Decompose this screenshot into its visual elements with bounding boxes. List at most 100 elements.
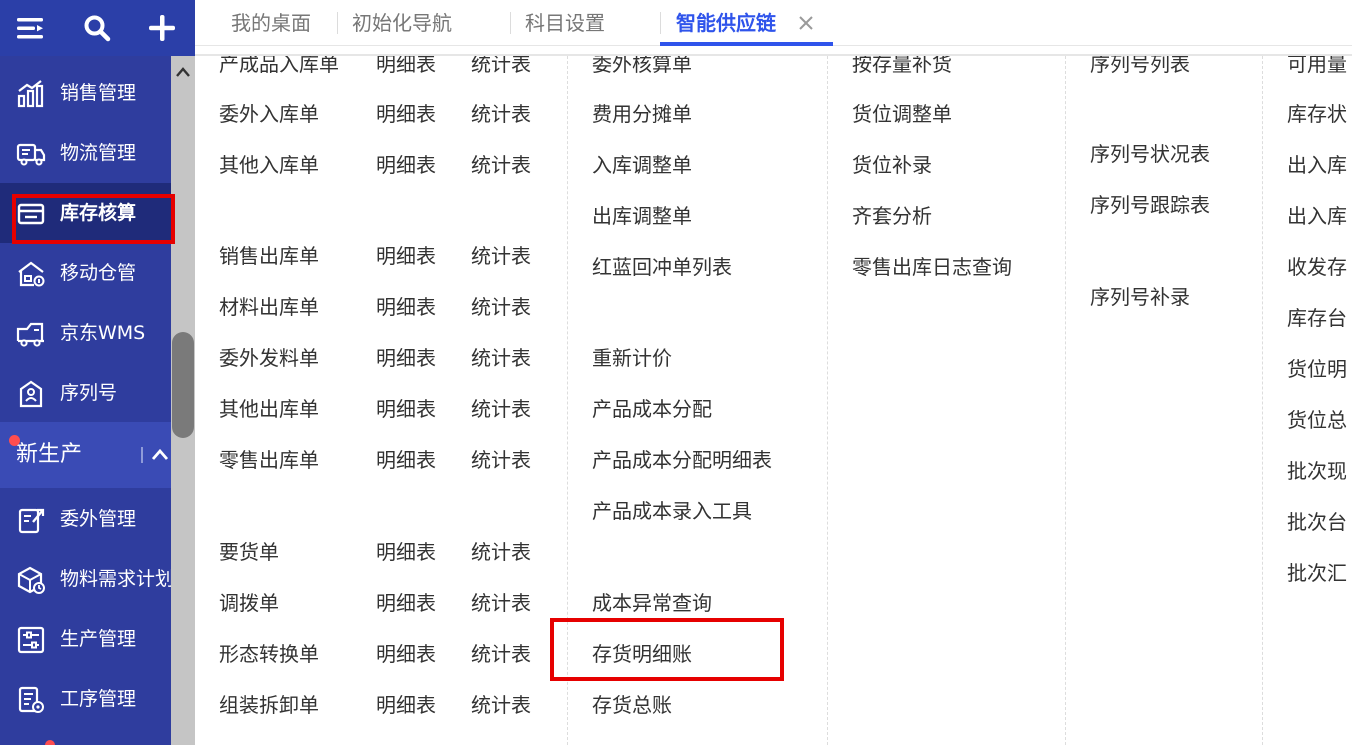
menu-link[interactable]: 批次现 — [1287, 459, 1347, 483]
sidebar-item-process[interactable]: 工序管理 — [0, 669, 171, 729]
stats-link[interactable]: 统计表 — [471, 448, 531, 472]
close-icon[interactable] — [797, 14, 815, 32]
menu-link[interactable]: 出库调整单 — [592, 204, 692, 228]
menu-link[interactable]: 库存状 — [1287, 102, 1347, 126]
sidebar-item-label: 物流管理 — [60, 142, 137, 164]
stats-link[interactable]: 统计表 — [471, 102, 531, 126]
detail-link[interactable]: 明细表 — [376, 693, 436, 717]
detail-link[interactable]: 明细表 — [376, 56, 436, 76]
stats-link[interactable]: 统计表 — [471, 56, 531, 76]
menu-link[interactable]: 其他出库单 — [219, 397, 319, 421]
menu-link[interactable]: 库存台 — [1287, 306, 1347, 330]
detail-link[interactable]: 明细表 — [376, 153, 436, 177]
menu-link[interactable]: 销售出库单 — [219, 244, 319, 268]
menu-link[interactable]: 委外发料单 — [219, 346, 319, 370]
chevron-up-icon[interactable] — [150, 445, 170, 469]
menu-link[interactable]: 货位调整单 — [852, 102, 952, 126]
menu-link[interactable]: 零售出库单 — [219, 448, 319, 472]
group-header-new-production[interactable]: 新生产 — [0, 422, 171, 488]
tab-init-navigation[interactable]: 初始化导航 — [352, 0, 452, 46]
menu-link[interactable]: 序列号跟踪表 — [1090, 193, 1210, 217]
menu-link[interactable]: 批次汇 — [1287, 561, 1347, 585]
menu-link[interactable]: 成本异常查询 — [592, 591, 712, 615]
scrollbar-thumb[interactable] — [172, 332, 194, 438]
detail-link[interactable]: 明细表 — [376, 540, 436, 564]
menu-link[interactable]: 序列号列表 — [1090, 56, 1190, 76]
menu-link[interactable]: 可用量 — [1287, 56, 1347, 76]
menu-link[interactable]: 货位补录 — [852, 153, 932, 177]
sidebar-item-jd-wms[interactable]: 京东WMS — [0, 303, 171, 363]
menu-link[interactable]: 费用分摊单 — [592, 102, 692, 126]
detail-link[interactable]: 明细表 — [376, 295, 436, 319]
sidebar-item-sales[interactable]: 销售管理 — [0, 63, 171, 123]
search-button[interactable] — [67, 0, 127, 56]
stats-link[interactable]: 统计表 — [471, 346, 531, 370]
menu-link[interactable]: 委外入库单 — [219, 102, 319, 126]
menu-link[interactable]: 产品成本分配明细表 — [592, 448, 772, 472]
sidebar-item-label: 移动仓管 — [60, 262, 137, 284]
detail-link[interactable]: 明细表 — [376, 346, 436, 370]
sidebar-item-outsourcing[interactable]: 委外管理 — [0, 489, 171, 549]
sidebar-item-inventory-accounting[interactable]: 库存核算 — [0, 183, 171, 243]
sidebar-item-serial-number[interactable]: 序列号 — [0, 363, 171, 423]
menu-link[interactable]: 产品成本分配 — [592, 397, 712, 421]
sidebar-topbar — [0, 0, 195, 56]
menu-link[interactable]: 按存量补货 — [852, 56, 952, 76]
stats-link[interactable]: 统计表 — [471, 540, 531, 564]
menu-link[interactable]: 其他入库单 — [219, 153, 319, 177]
menu-link[interactable]: 零售出库日志查询 — [852, 255, 1012, 279]
sidebar-item-logistics[interactable]: 物流管理 — [0, 123, 171, 183]
menu-link-inventory-detail-ledger[interactable]: 存货明细账 — [592, 642, 692, 666]
detail-link[interactable]: 明细表 — [376, 397, 436, 421]
menu-icon — [15, 16, 45, 40]
detail-link[interactable]: 明细表 — [376, 448, 436, 472]
menu-link[interactable]: 序列号状况表 — [1090, 142, 1210, 166]
detail-link[interactable]: 明细表 — [376, 591, 436, 615]
stats-link[interactable]: 统计表 — [471, 642, 531, 666]
menu-panel: 产成品入库单 明细表 统计表 委外入库单 明细表 统计表 其他入库单 明细表 统… — [195, 56, 1352, 745]
tab-my-desktop[interactable]: 我的桌面 — [231, 0, 311, 46]
tab-smart-supply-chain[interactable]: 智能供应链 — [676, 0, 776, 46]
stats-link[interactable]: 统计表 — [471, 591, 531, 615]
menu-link[interactable]: 组装拆卸单 — [219, 693, 319, 717]
stats-link[interactable]: 统计表 — [471, 295, 531, 319]
scroll-up-button[interactable] — [171, 60, 195, 84]
menu-link[interactable]: 序列号补录 — [1090, 285, 1190, 309]
detail-link[interactable]: 明细表 — [376, 642, 436, 666]
stats-link[interactable]: 统计表 — [471, 244, 531, 268]
menu-link[interactable]: 出入库 — [1287, 204, 1347, 228]
menu-link[interactable]: 收发存 — [1287, 255, 1347, 279]
tab-account-settings[interactable]: 科目设置 — [525, 0, 605, 46]
menu-link[interactable]: 材料出库单 — [219, 295, 319, 319]
stats-link[interactable]: 统计表 — [471, 153, 531, 177]
menu-link[interactable]: 货位总 — [1287, 408, 1347, 432]
menu-link[interactable]: 批次台 — [1287, 510, 1347, 534]
sidebar-item-production[interactable]: 生产管理 — [0, 609, 171, 669]
menu-link[interactable]: 齐套分析 — [852, 204, 932, 228]
menu-link[interactable]: 调拨单 — [219, 591, 279, 615]
detail-link[interactable]: 明细表 — [376, 244, 436, 268]
menu-link[interactable]: 入库调整单 — [592, 153, 692, 177]
delivery-truck-icon — [16, 319, 46, 349]
menu-link[interactable]: 委外核算单 — [592, 56, 692, 76]
menu-link[interactable]: 存货总账 — [592, 693, 672, 717]
menu-toggle-button[interactable] — [0, 0, 60, 56]
menu-link[interactable]: 重新计价 — [592, 346, 672, 370]
menu-link[interactable]: 货位明 — [1287, 357, 1347, 381]
sidebar-item-label: 库存核算 — [60, 202, 137, 224]
add-button[interactable] — [132, 0, 192, 56]
detail-link[interactable]: 明细表 — [376, 102, 436, 126]
sidebar-item-label: 委外管理 — [60, 508, 137, 530]
menu-link[interactable]: 出入库 — [1287, 153, 1347, 177]
sidebar-item-mobile-warehouse[interactable]: 移动仓管 — [0, 243, 171, 303]
menu-link[interactable]: 产品成本录入工具 — [592, 499, 752, 523]
sidebar-item-label: 销售管理 — [60, 82, 137, 104]
stats-link[interactable]: 统计表 — [471, 397, 531, 421]
plus-icon — [148, 14, 176, 42]
stats-link[interactable]: 统计表 — [471, 693, 531, 717]
menu-link[interactable]: 产成品入库单 — [219, 56, 339, 76]
sidebar-item-material-planning[interactable]: 物料需求计划 — [0, 549, 174, 609]
menu-link[interactable]: 红蓝回冲单列表 — [592, 255, 732, 279]
menu-link[interactable]: 要货单 — [219, 540, 279, 564]
menu-link[interactable]: 形态转换单 — [219, 642, 319, 666]
